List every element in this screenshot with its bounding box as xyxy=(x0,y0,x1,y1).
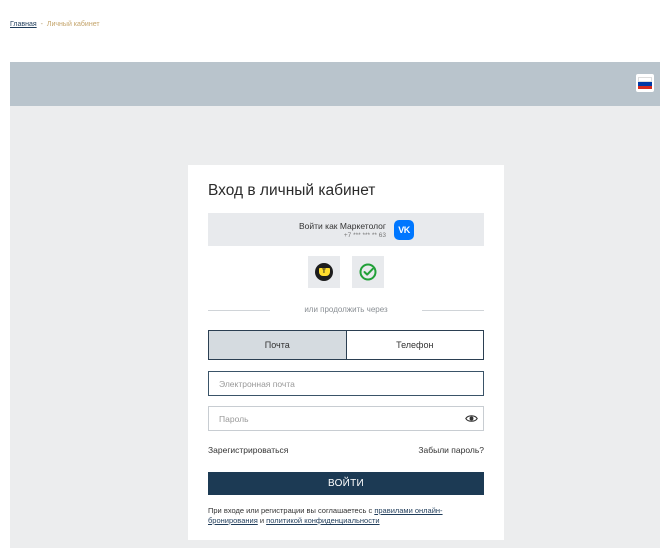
login-method-tabs: Почта Телефон xyxy=(208,330,484,360)
forgot-password-link[interactable]: Забыли пароль? xyxy=(418,445,484,455)
header-band xyxy=(10,62,660,106)
login-submit-button[interactable]: ВОЙТИ xyxy=(208,472,484,495)
breadcrumb-home-link[interactable]: Главная xyxy=(10,21,37,28)
tab-email[interactable]: Почта xyxy=(209,331,347,359)
vk-login-label: Войти как Маркетолог xyxy=(299,221,386,231)
vk-login-phone: +7 *** *** ** 63 xyxy=(343,232,386,239)
divider-line-right xyxy=(422,310,484,311)
login-card: Вход в личный кабинет Войти как Маркетол… xyxy=(188,165,504,540)
auth-links: Зарегистрироваться Забыли пароль? xyxy=(208,445,484,455)
tab-phone[interactable]: Телефон xyxy=(347,331,484,359)
sber-id-icon xyxy=(359,263,377,281)
breadcrumb: Главная - Личный кабинет xyxy=(10,21,100,28)
tinkoff-id-button[interactable]: T xyxy=(308,256,340,288)
privacy-policy-link[interactable]: политикой конфиденциальности xyxy=(266,516,379,525)
sber-id-button[interactable] xyxy=(352,256,384,288)
password-input[interactable] xyxy=(208,406,484,431)
eye-icon[interactable] xyxy=(465,412,478,425)
breadcrumb-current: Личный кабинет xyxy=(46,21,100,28)
russian-flag-icon[interactable] xyxy=(636,74,654,92)
consent-prefix: При входе или регистрации вы соглашаетес… xyxy=(208,506,375,515)
vk-login-text: Войти как Маркетолог +7 *** *** ** 63 xyxy=(299,221,386,239)
consent-middle: и xyxy=(257,516,267,525)
vk-icon: VK xyxy=(394,220,414,240)
flag-stripe-red xyxy=(638,85,652,89)
tinkoff-glyph: T xyxy=(318,268,330,276)
vk-login-button[interactable]: Войти как Маркетолог +7 *** *** ** 63 VK xyxy=(208,213,484,246)
tinkoff-id-icon: T xyxy=(315,263,333,281)
consent-text: При входе или регистрации вы соглашаетес… xyxy=(208,506,484,526)
breadcrumb-separator: - xyxy=(40,21,43,28)
register-link[interactable]: Зарегистрироваться xyxy=(208,445,288,455)
login-title: Вход в личный кабинет xyxy=(208,182,376,199)
email-input[interactable] xyxy=(208,371,484,396)
divider: или продолжить через xyxy=(208,305,484,315)
